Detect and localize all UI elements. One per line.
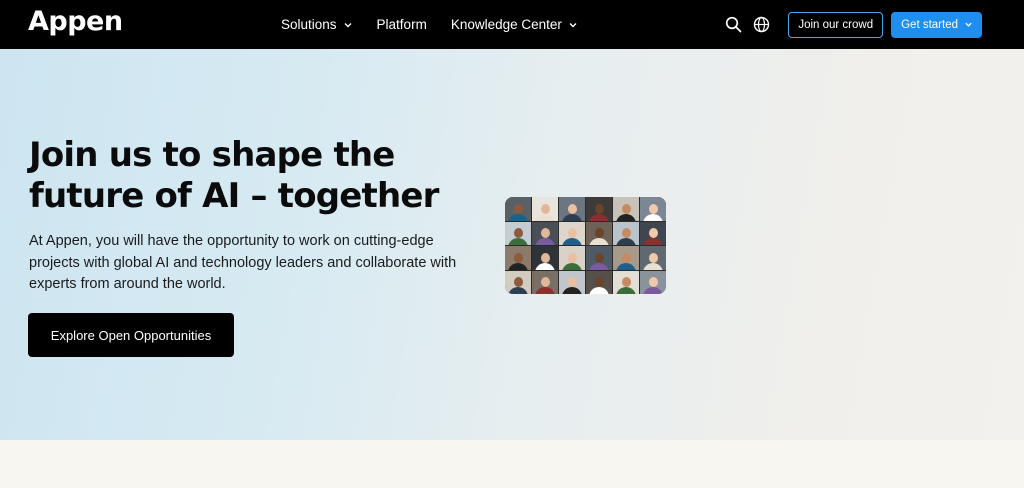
- people-collage-image: [505, 197, 666, 294]
- chevron-down-icon: [569, 22, 577, 27]
- participant-tile: [640, 197, 666, 221]
- participant-tile: [505, 270, 531, 294]
- participant-head: [648, 252, 658, 263]
- participant-tile: [505, 221, 531, 245]
- hero-title: Join us to shape the future of AI – toge…: [29, 135, 469, 217]
- participant-head: [540, 277, 550, 288]
- globe-icon[interactable]: [752, 16, 770, 34]
- participant-tile: [613, 270, 639, 294]
- participant-head: [540, 203, 550, 214]
- participant-body: [535, 238, 555, 245]
- participant-tile: [559, 270, 585, 294]
- participant-tile: [586, 197, 612, 221]
- participant-body: [535, 262, 555, 270]
- participant-tile: [640, 270, 666, 294]
- menu-item-label: Platform: [376, 17, 427, 32]
- participant-head: [594, 228, 604, 239]
- participant-body: [562, 287, 582, 294]
- participant-body: [643, 238, 663, 245]
- participant-body: [562, 238, 582, 245]
- participant-body: [589, 238, 609, 245]
- participant-head: [648, 277, 658, 288]
- participant-head: [567, 252, 577, 263]
- participant-body: [535, 287, 555, 294]
- participant-tile: [505, 246, 531, 270]
- participant-head: [513, 203, 523, 214]
- menu-item-solutions[interactable]: Solutions: [281, 17, 353, 32]
- menu-item-label: Solutions: [281, 17, 337, 32]
- participant-body: [508, 287, 528, 294]
- participant-body: [589, 262, 609, 270]
- chevron-down-icon: [965, 22, 972, 27]
- participant-tile: [505, 197, 531, 221]
- participant-tile: [586, 270, 612, 294]
- menu-item-label: Knowledge Center: [450, 17, 562, 32]
- get-started-label: Get started: [901, 18, 958, 31]
- participant-body: [643, 287, 663, 294]
- menu-item-knowledge-center[interactable]: Knowledge Center: [451, 17, 578, 32]
- participant-head: [513, 252, 523, 263]
- participant-body: [562, 262, 582, 270]
- participant-head: [513, 277, 523, 288]
- nav-actions: Join our crowd Get started: [724, 0, 982, 49]
- participant-tile: [532, 221, 558, 245]
- participant-head: [567, 277, 577, 288]
- get-started-button[interactable]: Get started: [891, 11, 982, 38]
- participant-head: [594, 277, 604, 288]
- participant-body: [616, 213, 636, 221]
- participant-tile: [640, 246, 666, 270]
- participant-body: [535, 213, 555, 221]
- participant-tile: [613, 246, 639, 270]
- participant-body: [508, 262, 528, 270]
- participant-body: [562, 213, 582, 221]
- participant-tile: [559, 221, 585, 245]
- participant-head: [621, 228, 631, 239]
- participant-tile: [613, 197, 639, 221]
- participant-tile: [532, 197, 558, 221]
- participant-body: [616, 238, 636, 245]
- participant-head: [621, 277, 631, 288]
- participant-tile: [640, 221, 666, 245]
- participant-body: [508, 213, 528, 221]
- participant-head: [567, 203, 577, 214]
- participant-body: [643, 262, 663, 270]
- participant-head: [540, 228, 550, 239]
- participant-tile: [532, 246, 558, 270]
- participant-tile: [559, 197, 585, 221]
- participant-tile: [532, 270, 558, 294]
- participant-head: [540, 252, 550, 263]
- participant-head: [648, 203, 658, 214]
- explore-opportunities-button[interactable]: Explore Open Opportunities: [28, 313, 234, 357]
- participant-head: [594, 252, 604, 263]
- hero-section: Join us to shape the future of AI – toge…: [0, 49, 1024, 440]
- participant-body: [616, 287, 636, 294]
- top-navigation: Appen Solutions Platform Knowledge Cente…: [0, 0, 1024, 49]
- hero-title-line1: Join us to shape the: [29, 135, 395, 175]
- participant-tile: [586, 221, 612, 245]
- hero-title-line2: future of AI – together: [29, 176, 439, 216]
- join-crowd-button[interactable]: Join our crowd: [788, 11, 884, 38]
- menu-item-platform[interactable]: Platform: [377, 17, 427, 32]
- participant-head: [648, 228, 658, 239]
- participant-head: [567, 228, 577, 239]
- participant-head: [513, 228, 523, 239]
- search-icon[interactable]: [724, 16, 742, 34]
- participant-head: [621, 203, 631, 214]
- chevron-down-icon: [344, 22, 352, 27]
- participant-head: [594, 203, 604, 214]
- main-menu: Solutions Platform Knowledge Center: [281, 0, 602, 49]
- participant-tile: [559, 246, 585, 270]
- participant-body: [589, 213, 609, 221]
- participant-tile: [613, 221, 639, 245]
- participant-body: [508, 238, 528, 245]
- appen-logo[interactable]: Appen: [28, 6, 123, 37]
- participant-body: [643, 213, 663, 221]
- participant-head: [621, 252, 631, 263]
- participant-body: [589, 287, 609, 294]
- hero-description: At Appen, you will have the opportunity …: [29, 233, 457, 292]
- next-section-band: [0, 440, 1024, 488]
- participant-tile: [586, 246, 612, 270]
- participant-body: [616, 262, 636, 270]
